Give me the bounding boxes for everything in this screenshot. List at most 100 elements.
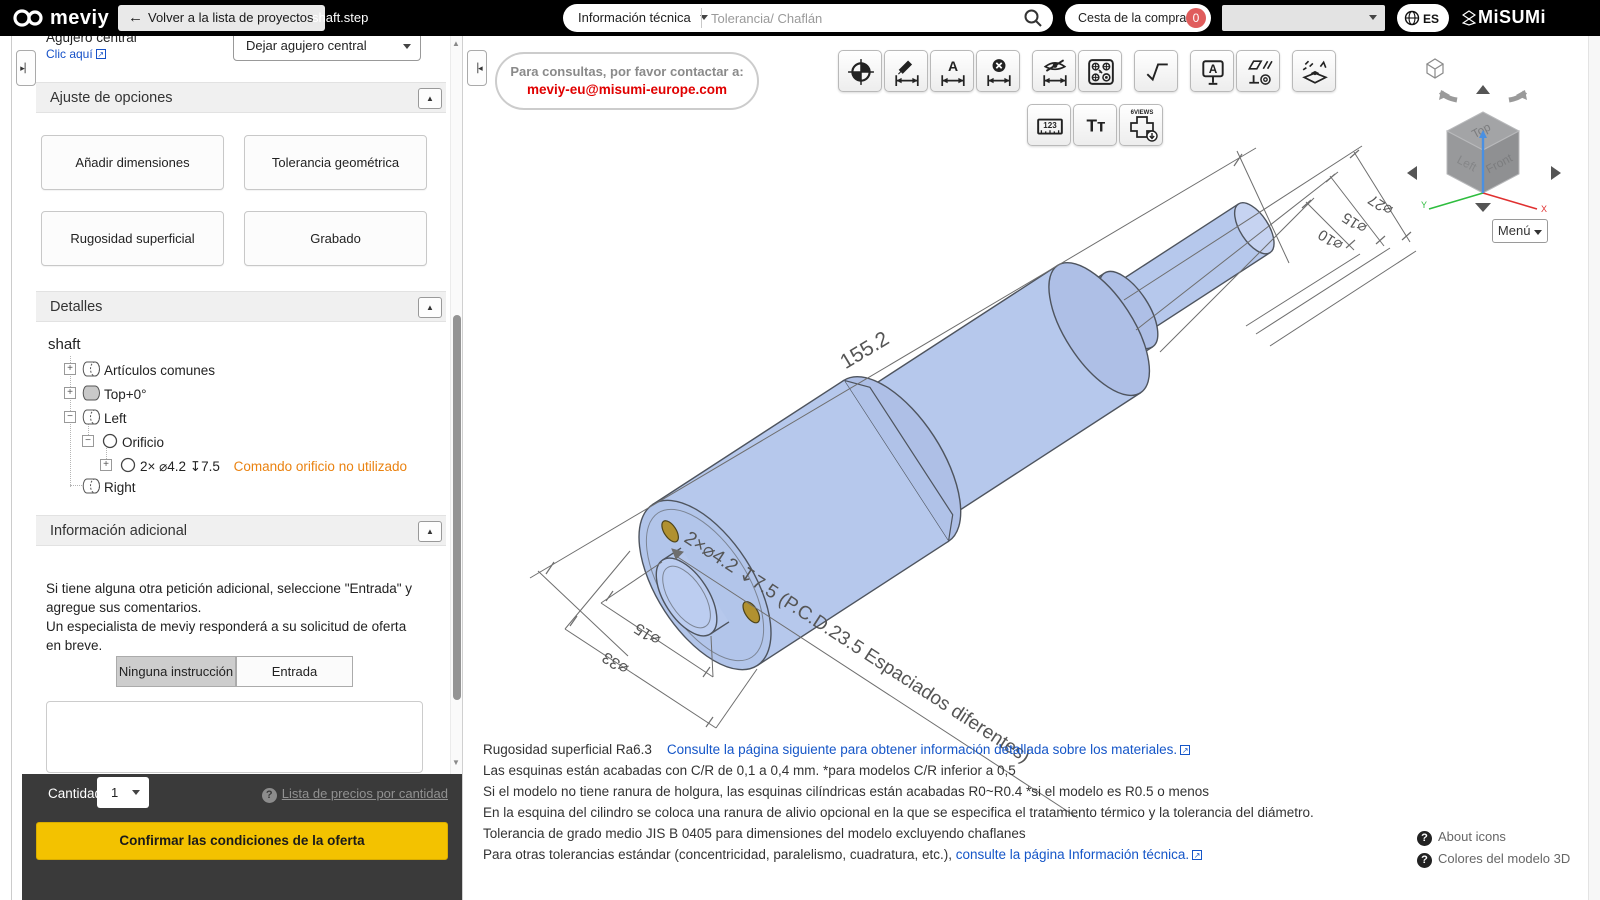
tree-item-hole[interactable]: 2× ⌀4.2 ↧7.5 Comando orificio no utiliza… [140, 459, 407, 475]
axis-x-label: X [1541, 204, 1547, 213]
external-link-icon: ↗ [1180, 745, 1191, 755]
tree-expander-common[interactable]: + [64, 363, 76, 375]
external-link-icon: ↗ [1192, 850, 1203, 860]
model-colors-link[interactable]: ? Colores del modelo 3D [1417, 848, 1570, 870]
details-section-header: Detalles ▲ [36, 291, 446, 322]
scroll-down-icon[interactable]: ▼ [452, 758, 460, 767]
add-dimensions-button[interactable]: Añadir dimensiones [41, 135, 224, 190]
header-empty-select[interactable] [1222, 5, 1385, 31]
cylinder-icon [82, 385, 100, 401]
additional-info-section-header: Información adicional ▲ [36, 515, 446, 546]
meviy-logo[interactable]: meviy [50, 7, 109, 30]
external-link-icon: ↗ [95, 49, 106, 59]
quantity-label: Cantidad [48, 786, 103, 801]
tree-item-orificio[interactable]: Orificio [122, 435, 164, 450]
scroll-up-icon[interactable]: ▲ [452, 39, 460, 48]
view-menu-button[interactable]: Menú [1492, 219, 1548, 243]
tree-expander-top[interactable]: + [64, 387, 76, 399]
tree-item-right[interactable]: Right [104, 480, 136, 495]
tree-item-left[interactable]: Left [104, 411, 127, 426]
back-arrow-icon: ← [128, 9, 143, 26]
rotate-right-icon[interactable] [1508, 90, 1528, 103]
cart-button[interactable]: Cesta de la compra 0 [1065, 4, 1211, 32]
search-bar: Información técnica [563, 4, 1053, 32]
collapse-additional-button[interactable]: ▲ [418, 521, 442, 542]
quantity-select[interactable]: 1 [97, 777, 149, 808]
axis-y-label: Y [1421, 200, 1427, 210]
language-code: ES [1423, 12, 1440, 26]
language-button[interactable]: ES [1397, 4, 1449, 32]
rotate-left-icon[interactable] [1438, 90, 1458, 103]
dim-front-boss: ⌀15 [631, 619, 663, 648]
dim-end-tip: ⌀10 [1315, 226, 1346, 254]
toggle-entry[interactable]: Entrada [236, 656, 353, 687]
sidebar-scroll-thumb[interactable] [453, 315, 461, 700]
globe-icon [1404, 10, 1420, 26]
options-section-header: Ajuste de opciones ▲ [36, 82, 446, 113]
comments-textarea[interactable] [46, 701, 423, 773]
meviy-logo-icon [13, 9, 43, 27]
canvas-help-links: ? About icons ? Colores del modelo 3D [1417, 826, 1570, 870]
chevron-down-icon [1369, 15, 1377, 20]
rotate-view-right-icon[interactable] [1551, 166, 1561, 180]
help-icon: ? [1417, 831, 1432, 846]
tree-expander-orificio[interactable]: − [82, 435, 94, 447]
chevron-down-icon [1534, 230, 1543, 235]
wireframe-cube-icon[interactable] [1425, 58, 1445, 79]
help-icon: ? [1417, 853, 1432, 868]
technical-info-link[interactable]: consulte la página Información técnica. [956, 847, 1189, 862]
dim-end-outer: ⌀27 [1365, 191, 1396, 219]
search-category-select[interactable]: Información técnica [578, 4, 708, 32]
dim-end-mid: ⌀15 [1339, 209, 1370, 237]
cart-count-badge: 0 [1186, 8, 1206, 28]
cylinder-icon [82, 409, 100, 425]
file-tab[interactable]: shaft.step [312, 10, 368, 25]
tree-expander-hole[interactable]: + [100, 459, 112, 471]
misumi-logo-icon [1462, 10, 1476, 26]
expand-left-rail-handle[interactable]: ▸▏ [16, 50, 36, 86]
geometric-tolerance-button[interactable]: Tolerancia geométrica [244, 135, 427, 190]
tree-expander-left[interactable]: − [64, 411, 76, 423]
toggle-no-instruction[interactable]: Ninguna instrucción [116, 656, 236, 687]
additional-info-text: Si tiene alguna otra petición adicional,… [46, 581, 413, 653]
circle-icon [120, 457, 136, 473]
quote-footer-panel: Cantidad 1 ? Lista de precios por cantida… [22, 774, 462, 900]
hole-warning-text: Comando orificio no utilizado [233, 459, 407, 474]
dim-front-outer: ⌀33 [599, 648, 631, 677]
search-input[interactable] [711, 6, 1011, 30]
top-bar: meviy ← Volver a la lista de proyectos s… [0, 0, 1600, 36]
tilt-down-icon[interactable] [1475, 203, 1491, 212]
tree-item-top[interactable]: Top+0° [104, 387, 147, 402]
misumi-brand: MiSUMi [1478, 7, 1546, 27]
collapse-details-button[interactable]: ▲ [418, 297, 442, 318]
central-hole-help-link[interactable]: Clic aquí ↗ [46, 47, 106, 61]
collapse-sidebar-handle[interactable]: ▕◂ [467, 50, 487, 86]
help-icon: ? [261, 788, 277, 803]
engraving-button[interactable]: Grabado [244, 211, 427, 266]
rotate-view-left-icon[interactable] [1407, 166, 1417, 180]
cylinder-icon [82, 361, 100, 377]
shaft-model [638, 202, 1275, 671]
page-scrollbar[interactable] [1588, 36, 1600, 900]
circle-icon [102, 433, 118, 449]
confirm-quote-button[interactable]: Confirmar las condiciones de la oferta [36, 822, 448, 860]
tree-root[interactable]: shaft [48, 336, 81, 353]
tolerance-notes: Rugosidad superficial Ra6.3 Consulte la … [483, 742, 1314, 862]
back-to-projects-button[interactable]: ← Volver a la lista de proyectos [118, 5, 326, 31]
tilt-up-icon[interactable] [1476, 85, 1490, 94]
collapsed-left-rail [0, 36, 12, 900]
about-icons-link[interactable]: ? About icons [1417, 826, 1570, 848]
tree-item-common[interactable]: Artículos comunes [104, 363, 215, 378]
materials-info-link[interactable]: Consulte la página siguiente para obtene… [667, 742, 1177, 757]
price-list-link[interactable]: ? Lista de precios por cantidad [261, 786, 448, 803]
axes-triad: Y X [1421, 130, 1547, 213]
sidebar-scrollbar[interactable]: ▲ ▼ [450, 36, 462, 774]
dim-total-length: 155.2 [836, 327, 893, 374]
search-icon[interactable] [1023, 8, 1043, 28]
tree-connector [70, 485, 82, 486]
view-cube-widget[interactable]: Top Left Front Y X [1405, 48, 1565, 213]
surface-roughness-button[interactable]: Rugosidad superficial [41, 211, 224, 266]
collapse-options-button[interactable]: ▲ [418, 88, 442, 109]
chevron-down-icon [403, 44, 411, 49]
divider [701, 8, 702, 28]
